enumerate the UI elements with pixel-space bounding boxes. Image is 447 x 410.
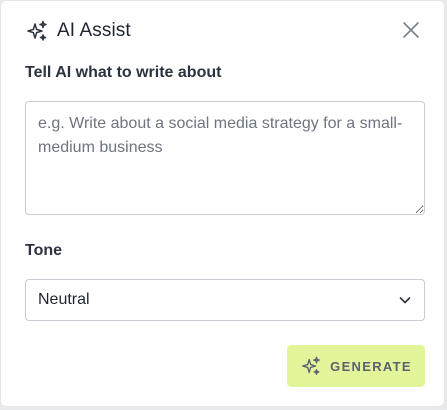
dialog-title: AI Assist: [57, 20, 131, 41]
tone-select[interactable]: Neutral: [25, 279, 425, 321]
tone-label: Tone: [25, 242, 63, 259]
prompt-textarea[interactable]: [25, 101, 425, 215]
prompt-label: Tell AI what to write about: [25, 64, 222, 81]
tone-selected-value: Neutral: [38, 291, 90, 308]
close-icon[interactable]: [402, 21, 420, 39]
chevron-down-icon: [399, 297, 411, 304]
dialog-header: AI Assist: [25, 18, 131, 44]
ai-assist-dialog: AI Assist Tell AI what to write about To…: [0, 0, 445, 407]
generate-button[interactable]: GENERATE: [287, 345, 425, 387]
sparkles-icon: [27, 20, 47, 41]
generate-button-label: GENERATE: [330, 358, 412, 374]
sparkles-icon: [302, 356, 321, 375]
